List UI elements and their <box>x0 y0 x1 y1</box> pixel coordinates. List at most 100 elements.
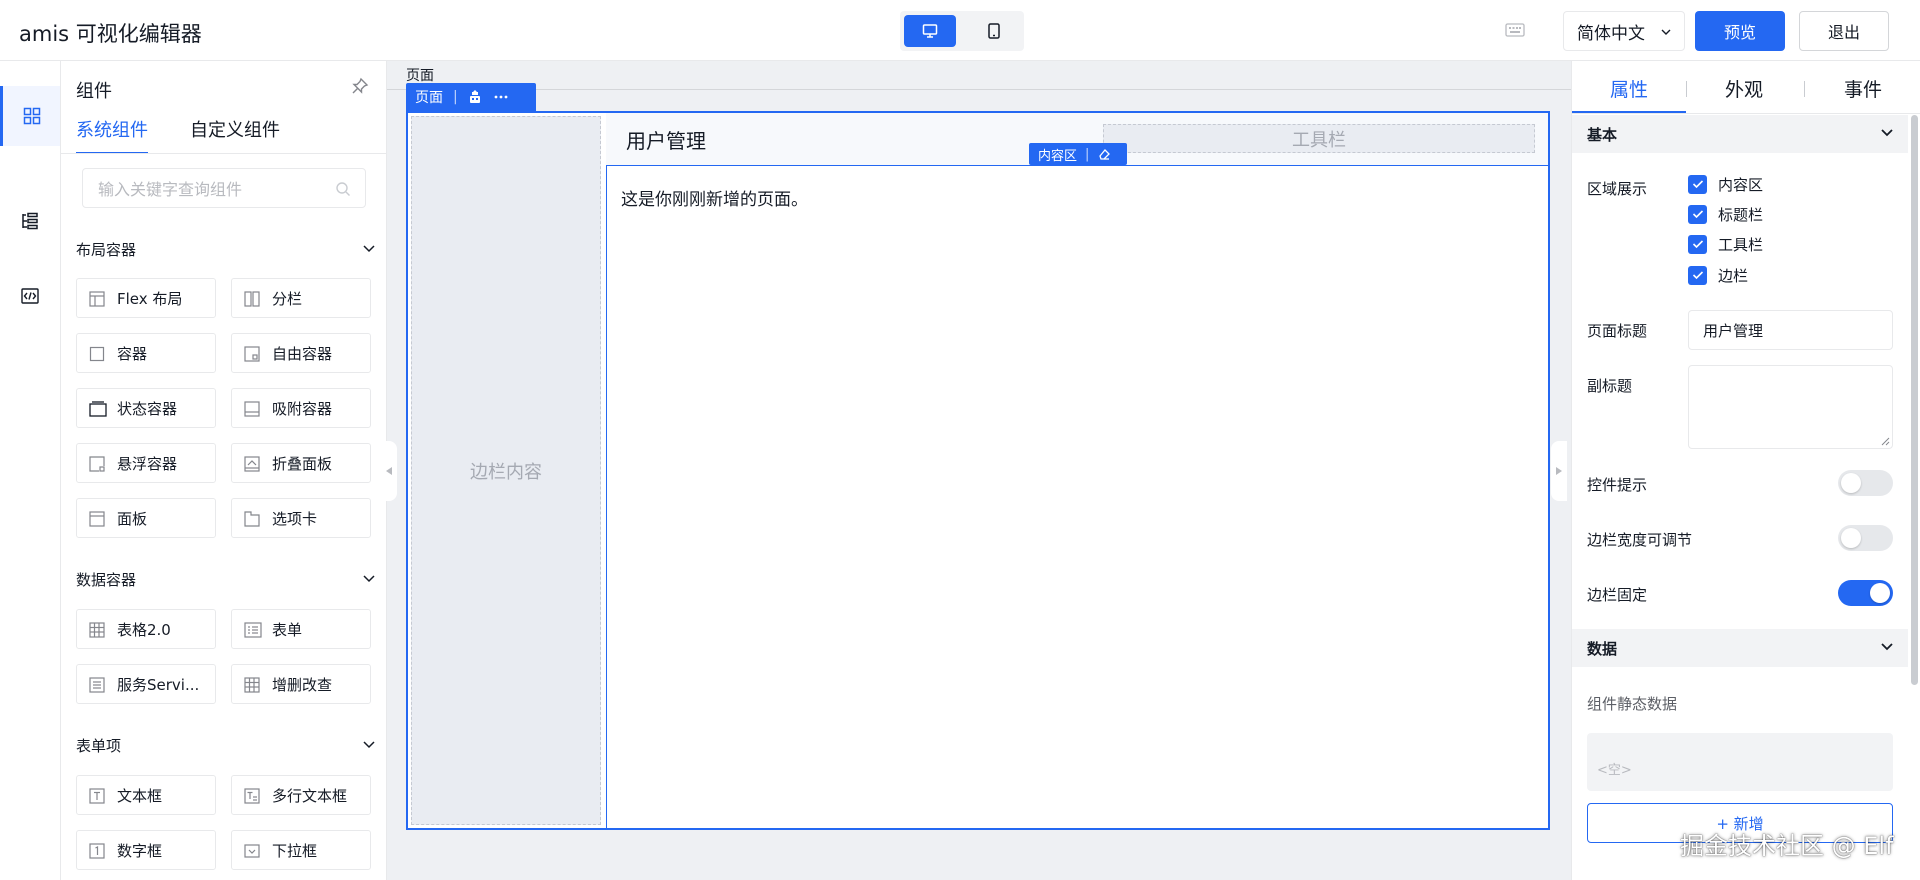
component-item[interactable]: 服务Servi... <box>76 664 216 704</box>
tab-separator <box>1804 81 1805 97</box>
chevron-down-icon <box>362 739 376 751</box>
component-item[interactable]: 多行文本框 <box>231 775 371 815</box>
collapse-panel-icon <box>244 456 260 472</box>
tag-separator: | <box>1085 146 1090 162</box>
tab-separator <box>1686 81 1687 97</box>
component-item-label: 面板 <box>117 509 148 528</box>
component-item[interactable]: 容器 <box>76 333 216 373</box>
component-item-label: 自由容器 <box>272 344 333 363</box>
component-item[interactable]: 分栏 <box>231 278 371 318</box>
component-item-label: 表单 <box>272 620 303 639</box>
resize-handle-icon[interactable] <box>1880 436 1890 446</box>
tab-custom-components[interactable]: 自定义组件 <box>190 116 280 154</box>
content-region[interactable] <box>606 166 1548 828</box>
tab-events[interactable]: 事件 <box>1844 75 1882 102</box>
tooltip-switch[interactable] <box>1838 470 1893 496</box>
component-item[interactable]: 面板 <box>76 498 216 538</box>
subtitle-label: 副标题 <box>1587 377 1633 395</box>
page-title-input[interactable]: 用户管理 <box>1688 310 1893 350</box>
component-item-label: 悬浮容器 <box>117 454 178 473</box>
tabs-divider <box>1572 113 1920 114</box>
checkbox-label: 边栏 <box>1718 266 1749 285</box>
tab-properties[interactable]: 属性 <box>1610 75 1648 102</box>
component-item[interactable]: 折叠面板 <box>231 443 371 483</box>
subtitle-textarea[interactable] <box>1688 365 1893 449</box>
aside-resize-switch[interactable] <box>1838 525 1893 551</box>
group-form-items[interactable]: 表单项 <box>76 733 376 757</box>
component-item[interactable]: Flex 布局 <box>76 278 216 318</box>
group-layout-containers[interactable]: 布局容器 <box>76 237 376 261</box>
pin-icon[interactable] <box>351 77 369 95</box>
aside-fixed-switch[interactable] <box>1838 580 1893 606</box>
checkbox-aside[interactable]: 边栏 <box>1688 264 1748 286</box>
rail-components-button[interactable] <box>0 86 60 146</box>
breadcrumb[interactable]: 页面 <box>406 65 434 85</box>
tabs-icon <box>244 511 260 527</box>
crud-icon <box>244 677 260 693</box>
flex-layout-icon <box>89 291 105 307</box>
collapse-right-panel-button[interactable] <box>1551 441 1567 501</box>
clear-format-icon[interactable] <box>1097 148 1111 160</box>
component-item-label: 容器 <box>117 344 148 363</box>
component-item[interactable]: 下拉框 <box>231 830 371 870</box>
property-panel: 属性 外观 事件 基本 区域展示 内容区 标题栏 工具栏 边栏 页面标题 用户管… <box>1571 61 1920 880</box>
language-select-value: 简体中文 <box>1577 23 1645 44</box>
component-item-label: 折叠面板 <box>272 454 333 473</box>
component-item[interactable]: 表单 <box>231 609 371 649</box>
checkbox-title-bar[interactable]: 标题栏 <box>1688 203 1763 225</box>
component-panel: 组件 系统组件 自定义组件 输入关键字查询组件 布局容器 Flex 布局 分栏 … <box>61 61 387 880</box>
language-select[interactable]: 简体中文 <box>1563 11 1685 51</box>
switch-knob <box>1841 473 1861 493</box>
toolbar-placeholder[interactable]: 工具栏 <box>1103 124 1535 153</box>
aside-placeholder[interactable]: 边栏内容 <box>411 116 601 825</box>
section-data-header[interactable]: 数据 <box>1572 629 1908 667</box>
collapse-left-panel-button[interactable] <box>381 441 397 501</box>
component-item[interactable]: 自由容器 <box>231 333 371 373</box>
more-options-icon[interactable] <box>494 95 508 99</box>
group-data-containers[interactable]: 数据容器 <box>76 567 376 591</box>
component-search-input[interactable]: 输入关键字查询组件 <box>82 168 366 208</box>
component-item[interactable]: 增删改查 <box>231 664 371 704</box>
select-icon <box>244 843 260 859</box>
checkbox-content-region[interactable]: 内容区 <box>1688 173 1763 195</box>
checkbox-checked-icon <box>1688 234 1707 254</box>
desktop-preview-button[interactable] <box>904 15 956 47</box>
component-item-label: 数字框 <box>117 841 163 860</box>
chevron-down-icon <box>1660 26 1672 38</box>
chevron-down-icon <box>1880 127 1894 139</box>
section-basic-header[interactable]: 基本 <box>1572 115 1908 153</box>
checkbox-toolbar[interactable]: 工具栏 <box>1688 233 1763 255</box>
content-body-text[interactable]: 这是你刚刚新增的页面。 <box>621 185 808 210</box>
component-item[interactable]: 吸附容器 <box>231 388 371 428</box>
tab-appearance[interactable]: 外观 <box>1725 75 1763 102</box>
tooltip-label: 控件提示 <box>1587 476 1648 494</box>
component-item[interactable]: 选项卡 <box>231 498 371 538</box>
component-item-label: 表格2.0 <box>117 620 171 639</box>
page-title[interactable]: 用户管理 <box>626 125 706 154</box>
keyboard-shortcut-icon[interactable] <box>1505 23 1525 37</box>
ai-assist-icon[interactable] <box>468 90 482 104</box>
exit-button[interactable]: 退出 <box>1799 11 1889 51</box>
mobile-preview-button[interactable] <box>968 15 1020 47</box>
component-item-label: 多行文本框 <box>272 786 348 805</box>
preview-button[interactable]: 预览 <box>1695 11 1785 51</box>
page-title-label: 页面标题 <box>1587 322 1648 340</box>
static-data-label: 组件静态数据 <box>1587 695 1678 713</box>
rail-code-button[interactable] <box>0 266 60 326</box>
component-item[interactable]: 表格2.0 <box>76 609 216 649</box>
mobile-icon <box>988 23 1000 39</box>
checkbox-checked-icon <box>1688 174 1707 194</box>
component-item[interactable]: 数字框 <box>76 830 216 870</box>
aside-resize-label: 边栏宽度可调节 <box>1587 531 1693 549</box>
property-panel-scrollbar[interactable] <box>1911 115 1918 685</box>
component-item[interactable]: 悬浮容器 <box>76 443 216 483</box>
float-container-icon <box>89 456 105 472</box>
component-item[interactable]: 状态容器 <box>76 388 216 428</box>
rail-outline-button[interactable] <box>0 191 60 251</box>
search-placeholder: 输入关键字查询组件 <box>98 180 243 199</box>
tab-system-components[interactable]: 系统组件 <box>76 116 148 154</box>
static-data-editor[interactable]: <空> <box>1587 733 1893 791</box>
component-item[interactable]: 文本框 <box>76 775 216 815</box>
component-item-label: 文本框 <box>117 786 163 805</box>
checkbox-label: 工具栏 <box>1718 235 1764 254</box>
